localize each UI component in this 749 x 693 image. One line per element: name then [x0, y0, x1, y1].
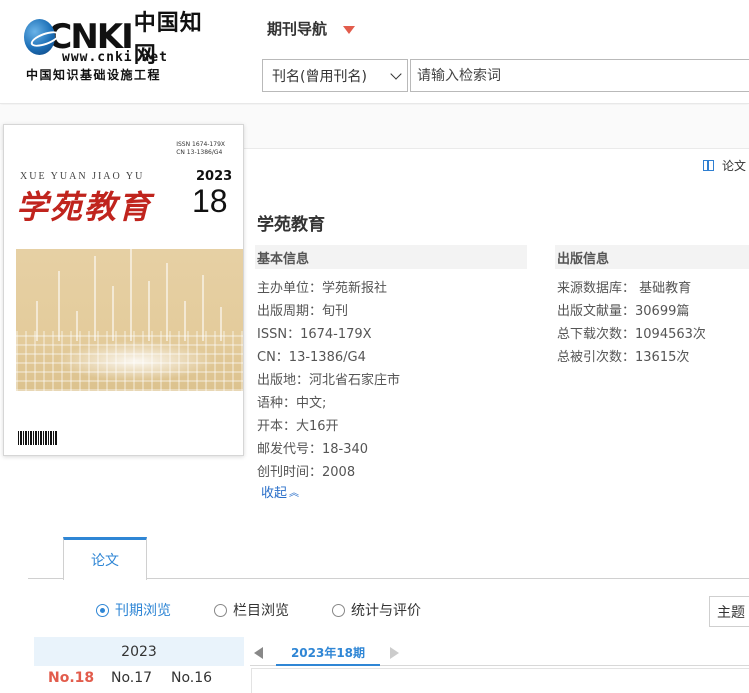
- collapse-link[interactable]: 收起 ︽: [261, 482, 299, 501]
- journal-cover: ISSN 1674-179X CN 13-1386/G4 XUE YUAN JI…: [3, 124, 244, 456]
- issue-link-18[interactable]: No.18: [48, 670, 94, 686]
- pub-literature-count: 出版文献量：30699篇: [557, 304, 690, 319]
- toc-link-label: 论文: [722, 159, 747, 173]
- info-location: 出版地：河北省石家庄市: [257, 373, 401, 388]
- radio-issue-browse-label: 刊期浏览: [115, 603, 171, 619]
- radio-statistics[interactable]: 统计与评价: [332, 600, 421, 620]
- cover-artwork: [16, 249, 243, 391]
- pub-citation-count: 总被引次数：13615次: [557, 350, 690, 365]
- chevron-down-icon: [390, 68, 402, 80]
- logo-subtitle: 中国知识基础设施工程: [26, 68, 162, 82]
- issue-link-16[interactable]: No.16: [171, 670, 212, 686]
- info-sponsor: 主办单位：学苑新报社: [257, 281, 388, 296]
- double-chevron-up-icon: ︽: [289, 488, 300, 499]
- pub-source-db: 来源数据库： 基础教育: [557, 281, 692, 296]
- radio-issue-browse[interactable]: 刊期浏览: [96, 600, 171, 620]
- cover-issue-number: 18: [192, 183, 228, 219]
- radio-column-browse-label: 栏目浏览: [233, 603, 289, 619]
- info-format: 开本：大16开: [257, 419, 339, 434]
- info-language: 语种：中文;: [257, 396, 327, 411]
- info-postal-code: 邮发代号：18-340: [257, 442, 369, 457]
- info-cn: CN：13-1386/G4: [257, 350, 366, 365]
- search-field-select[interactable]: 刊名(曾用刊名): [262, 59, 408, 92]
- arrow-right-icon[interactable]: [390, 647, 399, 659]
- info-issn: ISSN：1674-179X: [257, 327, 372, 342]
- arrow-left-icon[interactable]: [254, 647, 263, 659]
- basic-info-heading: 基本信息: [255, 245, 527, 269]
- pub-download-count: 总下载次数：1094563次: [557, 327, 706, 342]
- search-input[interactable]: [410, 59, 749, 92]
- issue-tab-current[interactable]: 2023年18期: [276, 641, 380, 666]
- logo-url-text: www.cnki.net: [62, 50, 168, 65]
- radio-statistics-label: 统计与评价: [351, 603, 421, 619]
- radio-unchecked-icon: [214, 603, 227, 617]
- cnki-logo[interactable]: CNKI 中国知网 www.cnki.net 中国知识基础设施工程: [24, 10, 214, 84]
- toc-link[interactable]: 论文: [703, 157, 746, 174]
- topic-button[interactable]: 主题: [709, 596, 749, 627]
- cover-isbn: ISSN 1674-179X CN 13-1386/G4: [176, 141, 225, 157]
- cover-issn-text: ISSN 1674-179X: [176, 141, 225, 148]
- radio-unchecked-icon: [332, 603, 345, 617]
- issue-link-17[interactable]: No.17: [111, 670, 152, 686]
- cover-year: 2023: [196, 169, 233, 184]
- info-founded: 创刊时间：2008: [257, 465, 356, 480]
- top-header: CNKI 中国知网 www.cnki.net 中国知识基础设施工程 期刊导航 刊…: [0, 0, 749, 104]
- cover-title: 学苑教育: [16, 188, 153, 226]
- radio-checked-icon: [96, 603, 109, 617]
- cover-cn-text: CN 13-1386/G4: [176, 149, 223, 156]
- journal-nav-label: 期刊导航: [267, 20, 328, 38]
- year-header[interactable]: 2023: [34, 637, 244, 666]
- publication-info-heading: 出版信息: [555, 245, 749, 269]
- info-frequency: 出版周期：旬刊: [257, 304, 349, 319]
- search-field-selected: 刊名(曾用刊名): [272, 68, 367, 85]
- book-icon: [703, 160, 714, 171]
- journal-nav-menu[interactable]: 期刊导航: [267, 18, 356, 39]
- collapse-label: 收起: [261, 486, 288, 501]
- cover-pinyin: XUE YUAN JIAO YU: [20, 171, 145, 182]
- journal-title: 学苑教育: [257, 215, 325, 235]
- tab-papers[interactable]: 论文: [63, 537, 147, 580]
- article-list-area: [251, 668, 749, 693]
- caret-down-icon: [343, 25, 356, 34]
- barcode-icon: [18, 431, 58, 445]
- radio-column-browse[interactable]: 栏目浏览: [214, 600, 289, 620]
